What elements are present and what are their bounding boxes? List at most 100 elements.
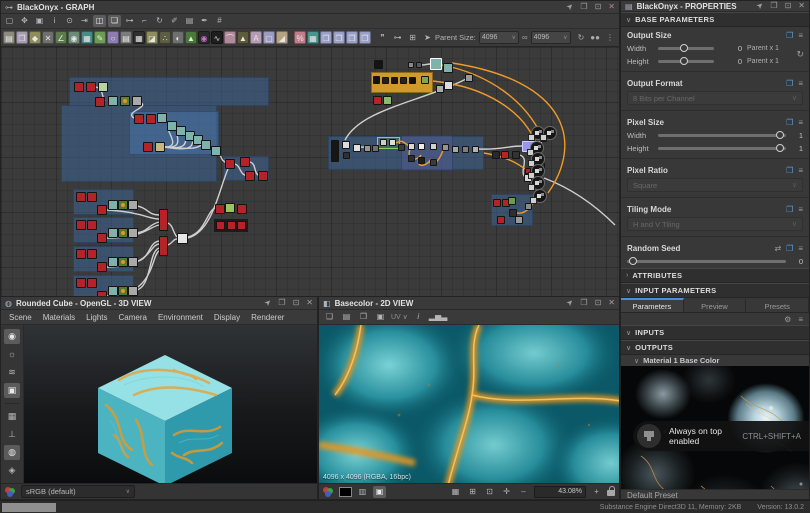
pin-node-icon[interactable]: ➤ [421, 32, 434, 44]
graph-node[interactable] [418, 157, 425, 164]
light-icon[interactable]: ☼ [4, 347, 20, 362]
menu-lights[interactable]: Lights [86, 313, 107, 322]
graph-node[interactable] [443, 63, 453, 73]
close-icon[interactable]: ✕ [608, 2, 615, 12]
graph-node[interactable] [108, 200, 118, 210]
inherit-icon[interactable]: ❐ [786, 31, 793, 40]
slider-knob[interactable] [629, 257, 637, 265]
section-outputs[interactable]: ∨ OUTPUTS [621, 340, 809, 355]
graph-output-node[interactable] [531, 176, 545, 190]
graph-node[interactable] [159, 236, 168, 256]
graph-node[interactable] [525, 203, 532, 210]
graph-node[interactable] [240, 157, 250, 167]
comment-icon[interactable]: ❞ [376, 32, 389, 44]
graph-node[interactable] [201, 140, 211, 150]
options-icon[interactable]: ≡ [798, 244, 803, 253]
levels-node-icon[interactable]: ▤ [120, 31, 132, 44]
tiling-mode-dropdown[interactable]: H and V Tiling∨ [627, 217, 803, 231]
graph-node[interactable] [86, 82, 96, 92]
graph-node[interactable] [108, 286, 118, 296]
graph-output-node[interactable] [543, 126, 557, 140]
view2d-canvas[interactable]: 4096 x 4096 (RGBA, 16bpc) [319, 325, 619, 483]
menu-renderer[interactable]: Renderer [251, 313, 284, 322]
zoom-in-icon[interactable]: + [590, 486, 603, 498]
graph-node[interactable] [118, 228, 128, 238]
sphere-node-icon[interactable]: ◐ [172, 31, 184, 44]
graph-node[interactable] [245, 171, 255, 181]
float-icon[interactable]: ❐ [770, 1, 777, 11]
graph-node[interactable] [237, 204, 247, 214]
graph-node[interactable] [418, 143, 425, 150]
graph-node[interactable] [128, 200, 138, 210]
graph-node[interactable] [472, 146, 479, 153]
material-mode-icon[interactable]: ▦ [4, 409, 20, 424]
grid-snap-icon[interactable]: # [213, 15, 226, 27]
graph-node[interactable] [87, 220, 97, 230]
graph-canvas[interactable] [1, 47, 619, 299]
graph-node[interactable] [134, 114, 144, 124]
graph-node[interactable] [225, 159, 235, 169]
height-slider[interactable] [658, 147, 786, 150]
inherit-icon[interactable]: ❐ [786, 79, 793, 88]
random-seed-slider[interactable] [627, 260, 786, 263]
paint-node-icon[interactable]: ◢ [276, 31, 288, 44]
parent-size-dropdown[interactable]: 4096∨ [479, 31, 519, 44]
menu-environment[interactable]: Environment [158, 313, 203, 322]
graph-node[interactable] [76, 192, 86, 202]
graph-node[interactable] [421, 76, 429, 84]
graph-node[interactable] [408, 62, 414, 68]
info-cursor-icon[interactable]: i [48, 15, 61, 27]
graph-node[interactable] [416, 62, 422, 68]
wireframe-sphere-icon[interactable]: ◍ [4, 445, 20, 460]
graph-node[interactable] [74, 82, 84, 92]
flood-fill-node-icon[interactable]: ◪ [146, 31, 158, 44]
graph-node[interactable] [430, 159, 437, 166]
pin-icon[interactable]: ➤ [564, 1, 576, 13]
shuffle-icon[interactable]: ⇄ [774, 244, 781, 253]
graph-node[interactable] [76, 220, 86, 230]
graph-node[interactable] [444, 81, 453, 90]
inherit-icon[interactable]: ❐ [786, 166, 793, 175]
graph-node[interactable] [364, 145, 371, 152]
graph-node[interactable] [118, 286, 128, 296]
save-icon[interactable]: ▤ [340, 311, 353, 323]
color-profile-icon[interactable] [5, 487, 17, 497]
histogram-icon[interactable]: ▂▅▃ [429, 311, 442, 323]
graph-node[interactable] [465, 74, 473, 82]
graph-node[interactable] [343, 152, 350, 159]
pin-icon[interactable]: ➤ [754, 0, 766, 12]
curve-node-icon[interactable]: ∿ [211, 31, 223, 44]
jump-select-icon[interactable]: ⇥ [78, 15, 91, 27]
graph-node[interactable] [452, 146, 459, 153]
graph-node[interactable] [146, 114, 156, 124]
tile-node-icon[interactable]: ▦ [307, 31, 319, 44]
graph-node[interactable] [462, 146, 469, 153]
graph-node[interactable] [258, 171, 268, 181]
graph-node[interactable] [508, 197, 516, 205]
relink-icon[interactable]: ↻ [796, 49, 804, 60]
show-connections-icon[interactable]: ◫ [93, 15, 106, 27]
menu-scene[interactable]: Scene [9, 313, 32, 322]
graph-node[interactable] [391, 77, 398, 84]
grid-icon[interactable]: ▦ [449, 486, 462, 498]
graph-node[interactable] [408, 143, 415, 150]
zoom-icon[interactable]: ⊙ [63, 15, 76, 27]
graph-node[interactable] [400, 77, 407, 84]
graph-node[interactable] [143, 142, 153, 152]
graph-node[interactable] [408, 155, 415, 162]
close-icon[interactable]: ✕ [608, 298, 615, 308]
graph-node[interactable] [373, 76, 380, 84]
slider-knob[interactable] [680, 57, 688, 65]
brush-icon[interactable]: ✒ [198, 15, 211, 27]
pan-icon[interactable]: ✥ [18, 15, 31, 27]
float-icon[interactable]: ❐ [580, 2, 587, 12]
view3d-viewport[interactable] [24, 325, 317, 483]
section-input-parameters[interactable]: ∨ INPUT PARAMETERS [621, 283, 809, 298]
gear-icon[interactable]: ⚙ [784, 315, 791, 324]
graph-node[interactable] [215, 204, 225, 214]
dot-node-icon[interactable]: ⊶ [391, 32, 404, 44]
text-node-icon[interactable]: A [250, 31, 262, 44]
tile-sampler-node-icon[interactable]: ▦ [133, 31, 145, 44]
graph-node[interactable] [353, 144, 361, 152]
slider-knob[interactable] [776, 131, 784, 139]
